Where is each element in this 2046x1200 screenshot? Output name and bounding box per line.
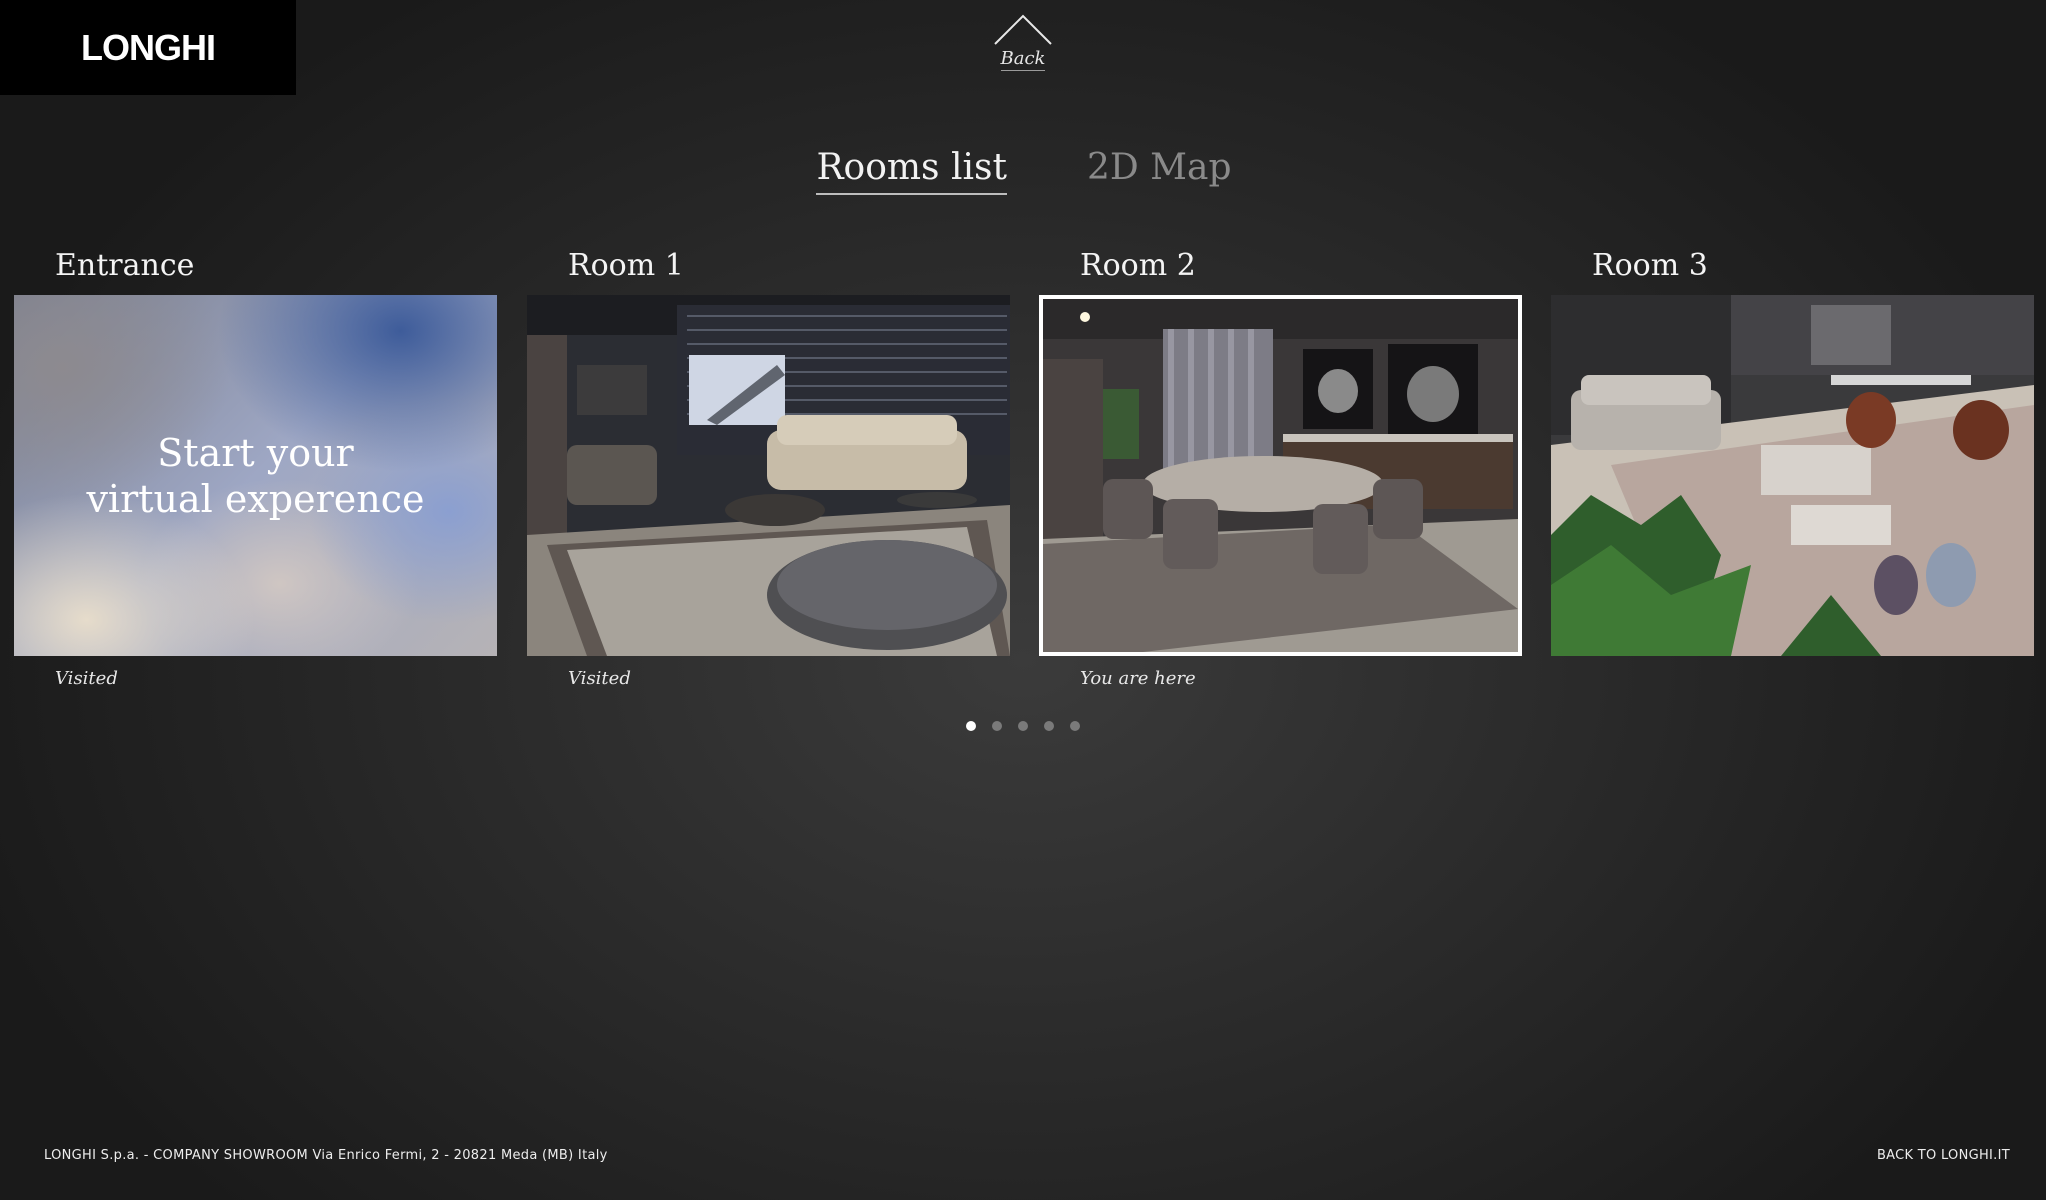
room-3-photo [1551, 295, 2034, 656]
tab-2d-map[interactable]: 2D Map [1087, 145, 1232, 195]
room-title: Room 1 [568, 248, 684, 283]
room-thumbnail-entrance[interactable]: Start your virtual experence [14, 295, 497, 656]
room-1-photo [527, 295, 1010, 656]
room-status [1551, 668, 2034, 690]
back-label: Back [1000, 48, 1046, 71]
pagination-dot-4[interactable] [1044, 721, 1054, 731]
back-button[interactable]: Back [993, 12, 1053, 82]
room-status: Visited [55, 668, 118, 689]
pagination-dot-3[interactable] [1018, 721, 1028, 731]
pagination-dot-5[interactable] [1070, 721, 1080, 731]
room-card-room-1: Room 1 Visited [527, 246, 1010, 690]
rooms-carousel: Entrance Start your virtual experence Vi… [0, 246, 2046, 706]
logo-text: LONGHI [81, 26, 216, 68]
room-card-room-3: Room 3 [1551, 246, 2034, 690]
pagination-dot-2[interactable] [992, 721, 1002, 731]
start-line-1: Start your [157, 430, 354, 475]
room-title: Room 2 [1080, 248, 1196, 283]
start-experience-text: Start your virtual experence [14, 295, 497, 656]
back-to-site-link[interactable]: BACK TO LONGHI.IT [1877, 1148, 2010, 1163]
room-thumbnail-room-3[interactable] [1551, 295, 2034, 656]
logo[interactable]: LONGHI [0, 0, 296, 95]
start-line-2: virtual experence [86, 476, 425, 521]
footer-address: LONGHI S.p.a. - COMPANY SHOWROOM Via Enr… [44, 1148, 608, 1163]
room-thumbnail-room-2[interactable] [1039, 295, 1522, 656]
tab-rooms-list[interactable]: Rooms list [816, 145, 1007, 195]
room-thumbnail-room-1[interactable] [527, 295, 1010, 656]
room-title: Entrance [55, 248, 195, 283]
pagination-dot-1[interactable] [966, 721, 976, 731]
carousel-pagination [0, 721, 2046, 731]
room-status: You are here [1080, 668, 1196, 689]
chevron-up-icon [994, 14, 1052, 45]
room-2-photo [1043, 299, 1518, 652]
view-tabs: Rooms list 2D Map [0, 145, 2046, 195]
room-status: Visited [568, 668, 631, 689]
room-card-entrance: Entrance Start your virtual experence Vi… [14, 246, 497, 690]
room-title: Room 3 [1592, 248, 1708, 283]
room-card-room-2: Room 2 You are here [1039, 246, 1522, 690]
